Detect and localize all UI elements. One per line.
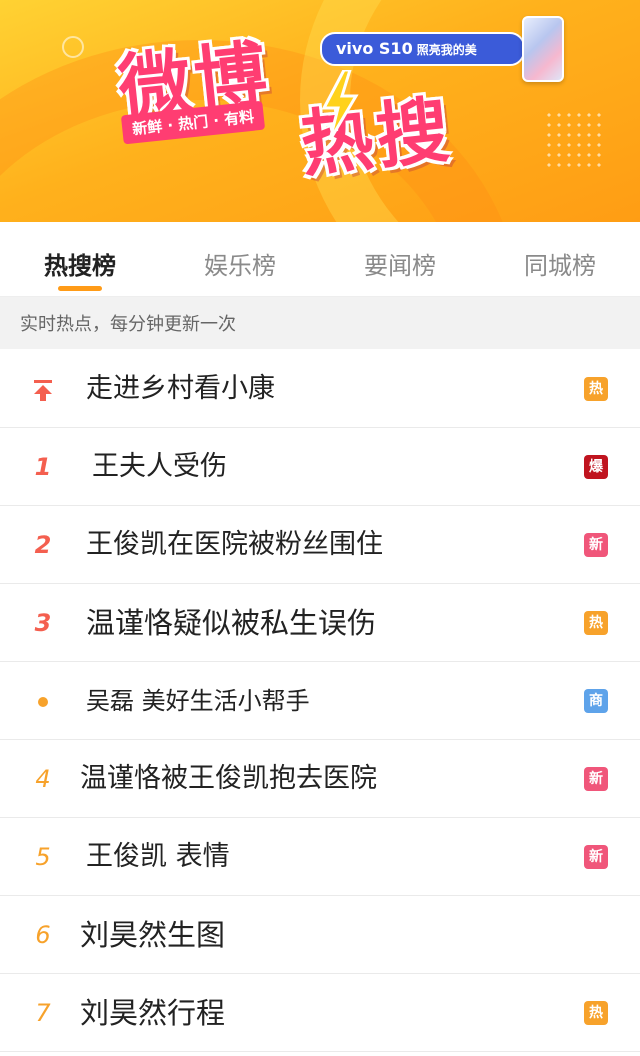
- ad-banner-pill[interactable]: vivo S10 照亮我的美: [320, 32, 525, 66]
- rank-number: 3: [34, 609, 52, 637]
- list-item[interactable]: 4 温谨恪被王俊凯抱去医院 新: [0, 740, 640, 818]
- rank-number: 7: [35, 999, 51, 1027]
- list-item[interactable]: 1 王夫人受伤 爆: [0, 428, 640, 506]
- lightning-icon: [321, 70, 359, 140]
- rank-number: 4: [35, 765, 51, 793]
- rank-number: 6: [35, 921, 51, 949]
- list-item-title: 王俊凯 表情: [86, 841, 230, 872]
- new-badge: 新: [584, 767, 608, 791]
- list-item[interactable]: 5 王俊凯 表情 新: [0, 818, 640, 896]
- rank-number: 1: [34, 453, 52, 481]
- rank-marker: [28, 662, 58, 740]
- realtime-notice: 实时热点，每分钟更新一次: [0, 297, 640, 349]
- tab-entertainment[interactable]: 娱乐榜: [160, 222, 320, 296]
- list-item[interactable]: 3 温谨恪疑似被私生误伤 热: [0, 584, 640, 662]
- hot-search-banner: 微博 热搜 新鲜 · 热门 · 有料 vivo S10 照亮我的美: [0, 0, 640, 222]
- list-item-title: 走进乡村看小康: [86, 373, 275, 404]
- list-item-title: 王夫人受伤: [92, 451, 227, 482]
- tab-hot-search[interactable]: 热搜榜: [0, 222, 160, 296]
- boom-badge: 爆: [584, 455, 608, 479]
- rank-number: 2: [34, 531, 52, 559]
- ad-text: 照亮我的美: [416, 43, 477, 57]
- new-badge: 新: [584, 845, 608, 869]
- pin-top-icon: [34, 380, 52, 401]
- tab-news[interactable]: 要闻榜: [320, 222, 480, 296]
- phone-ad-image: [522, 16, 564, 82]
- list-item-title: 温谨恪被王俊凯抱去医院: [80, 763, 377, 794]
- ad-brand: vivo S10: [336, 39, 413, 58]
- list-item-title: 温谨恪疑似被私生误伤: [86, 606, 377, 640]
- hot-badge: 热: [584, 611, 608, 635]
- hot-badge: 热: [584, 377, 608, 401]
- new-badge: 新: [584, 533, 608, 557]
- list-item-title: 吴磊 美好生活小帮手: [86, 687, 310, 715]
- list-item-title: 刘昊然生图: [80, 918, 226, 952]
- banner-dots: [544, 110, 604, 170]
- rank-marker: [28, 350, 58, 428]
- list-item-title: 刘昊然行程: [80, 996, 226, 1030]
- list-item-ad[interactable]: 吴磊 美好生活小帮手 商: [0, 662, 640, 740]
- hot-badge: 热: [584, 1001, 608, 1025]
- tab-local[interactable]: 同城榜: [480, 222, 640, 296]
- banner-circle: [62, 36, 84, 58]
- list-item[interactable]: 2 王俊凯在医院被粉丝围住 新: [0, 506, 640, 584]
- ranking-tabs: 热搜榜 娱乐榜 要闻榜 同城榜: [0, 222, 640, 297]
- list-item[interactable]: 6 刘昊然生图: [0, 896, 640, 974]
- dot-icon: [38, 697, 48, 707]
- rank-number: 5: [35, 843, 51, 871]
- list-item-title: 王俊凯在医院被粉丝围住: [86, 529, 383, 560]
- ad-badge: 商: [584, 689, 608, 713]
- hot-search-list: 走进乡村看小康 热 1 王夫人受伤 爆 2 王俊凯在医院被粉丝围住 新 3 温谨…: [0, 350, 640, 1052]
- list-item-pinned[interactable]: 走进乡村看小康 热: [0, 350, 640, 428]
- list-item[interactable]: 7 刘昊然行程 热: [0, 974, 640, 1052]
